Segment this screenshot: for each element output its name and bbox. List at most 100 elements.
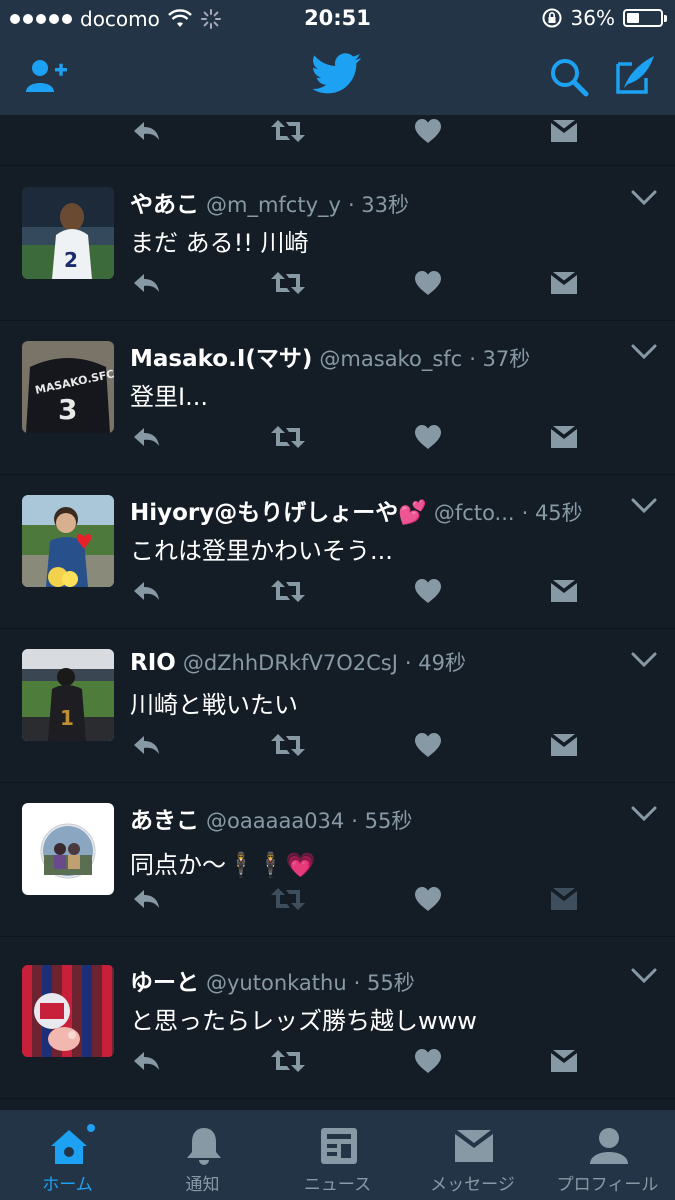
battery-icon xyxy=(623,9,667,27)
svg-text:2: 2 xyxy=(64,248,78,272)
chevron-down-icon[interactable] xyxy=(630,651,658,669)
user-handle[interactable]: @masako_sfc xyxy=(319,347,462,371)
reply-icon[interactable] xyxy=(132,1048,162,1074)
tweet-actions xyxy=(130,578,580,608)
tweet-header: やあこ @m_mfcty_y · 33秒 xyxy=(130,185,620,219)
tab-label: メッセージ xyxy=(430,1175,515,1195)
like-icon[interactable] xyxy=(414,732,442,758)
user-handle[interactable]: @oaaaaa034 xyxy=(206,809,344,833)
tweet-partial[interactable] xyxy=(0,115,675,166)
tweet-actions xyxy=(130,424,580,454)
retweet-icon[interactable] xyxy=(270,270,306,296)
like-icon[interactable] xyxy=(414,118,442,144)
tweet-header: RIO @dZhhDRkfV7O2CsJ · 49秒 xyxy=(130,647,620,677)
message-icon[interactable] xyxy=(550,1048,578,1074)
tab-messages[interactable]: メッセージ xyxy=(405,1110,540,1200)
tweet[interactable]: 1 RIO @dZhhDRkfV7O2CsJ · 49秒 川崎と戦いたい xyxy=(0,629,675,783)
display-name[interactable]: やあこ xyxy=(130,192,199,218)
status-right: 36% xyxy=(541,6,667,30)
message-icon xyxy=(455,1130,493,1162)
retweet-icon[interactable] xyxy=(270,1048,306,1074)
svg-text:3: 3 xyxy=(58,393,77,426)
home-icon xyxy=(51,1124,95,1164)
avatar[interactable]: 1 xyxy=(22,649,114,741)
retweet-icon[interactable] xyxy=(270,732,306,758)
display-name[interactable]: ゆーと xyxy=(130,970,199,996)
tweet[interactable]: 2 やあこ @m_mfcty_y · 33秒 まだ ある!! 川崎 xyxy=(0,167,675,321)
like-icon[interactable] xyxy=(414,270,442,296)
chevron-down-icon[interactable] xyxy=(630,343,658,361)
reply-icon[interactable] xyxy=(132,118,162,144)
user-handle[interactable]: @dZhhDRkfV7O2CsJ xyxy=(183,651,398,675)
avatar[interactable] xyxy=(22,495,114,587)
orientation-lock-icon xyxy=(542,8,562,28)
tweet-text: 同点か〜🕴🕴💗 xyxy=(130,851,316,879)
avatar[interactable]: 2 xyxy=(22,187,114,279)
user-handle[interactable]: @m_mfcty_y xyxy=(206,193,341,217)
tweet-text: 川崎と戦いたい xyxy=(130,691,298,719)
reply-icon[interactable] xyxy=(132,424,162,450)
tweet[interactable]: MASAKO.SFC 3 Masako.I(マサ) @masako_sfc · … xyxy=(0,321,675,475)
retweet-icon[interactable] xyxy=(270,886,306,912)
message-icon[interactable] xyxy=(550,270,578,296)
tweet-time: · 45秒 xyxy=(521,501,583,525)
tweet[interactable]: あきこ @oaaaaa034 · 55秒 同点か〜🕴🕴💗 xyxy=(0,783,675,937)
tweet-header: あきこ @oaaaaa034 · 55秒 xyxy=(130,801,620,835)
message-icon[interactable] xyxy=(550,886,578,912)
retweet-icon[interactable] xyxy=(270,424,306,450)
compose-icon[interactable] xyxy=(614,54,658,96)
tab-label: プロフィール xyxy=(556,1175,659,1195)
tweet-time: · 55秒 xyxy=(353,971,415,995)
tweet[interactable]: ゆーと @yutonkathu · 55秒 と思ったらレッズ勝ち越しwww xyxy=(0,945,675,1099)
tab-home[interactable]: ホーム xyxy=(0,1110,135,1200)
tab-profile[interactable]: プロフィール xyxy=(540,1110,675,1200)
twitter-bird-icon[interactable] xyxy=(313,52,363,96)
tab-notifications[interactable]: 通知 xyxy=(135,1110,270,1200)
message-icon[interactable] xyxy=(550,578,578,604)
like-icon[interactable] xyxy=(414,578,442,604)
user-handle[interactable]: @yutonkathu xyxy=(206,971,347,995)
tweet-time: · 55秒 xyxy=(351,809,413,833)
tweet-time: · 49秒 xyxy=(404,651,466,675)
battery-percent: 36% xyxy=(570,6,615,30)
chevron-down-icon[interactable] xyxy=(630,967,658,985)
tweet[interactable]: Hiyory@もりげしょーや💕 @fcto... · 45秒 これは登里かわいそ… xyxy=(0,475,675,629)
retweet-icon[interactable] xyxy=(270,118,306,144)
message-icon[interactable] xyxy=(550,424,578,450)
chevron-down-icon[interactable] xyxy=(630,805,658,823)
tweet-actions xyxy=(130,1048,580,1078)
like-icon[interactable] xyxy=(414,1048,442,1074)
timeline[interactable]: 2 やあこ @m_mfcty_y · 33秒 まだ ある!! 川崎 MASAKO… xyxy=(0,115,675,1110)
tweet-header: Masako.I(マサ) @masako_sfc · 37秒 xyxy=(130,339,620,373)
user-handle[interactable]: @fcto... xyxy=(434,501,515,525)
reply-icon[interactable] xyxy=(132,886,162,912)
tweet-time: · 33秒 xyxy=(347,193,410,217)
retweet-icon[interactable] xyxy=(270,578,306,604)
like-icon[interactable] xyxy=(414,886,442,912)
display-name[interactable]: Hiyory@もりげしょーや💕 xyxy=(130,500,427,526)
avatar[interactable] xyxy=(22,803,114,895)
search-icon[interactable] xyxy=(548,56,590,98)
avatar[interactable]: MASAKO.SFC 3 xyxy=(22,341,114,433)
message-icon[interactable] xyxy=(550,118,578,144)
tweet-time: · 37秒 xyxy=(469,347,531,371)
display-name[interactable]: RIO xyxy=(130,650,176,676)
message-icon[interactable] xyxy=(550,732,578,758)
tweet-text: と思ったらレッズ勝ち越しwww xyxy=(130,1007,477,1035)
display-name[interactable]: Masako.I(マサ) xyxy=(130,346,312,372)
tab-label: 通知 xyxy=(185,1175,220,1195)
display-name[interactable]: あきこ xyxy=(130,808,199,834)
chevron-down-icon[interactable] xyxy=(630,189,658,207)
tab-news[interactable]: ニュース xyxy=(270,1110,405,1200)
reply-icon[interactable] xyxy=(132,732,162,758)
reply-icon[interactable] xyxy=(132,578,162,604)
add-user-icon[interactable] xyxy=(24,56,70,96)
tab-bar: ホーム 通知 ニュース メッセージ プロフィール xyxy=(0,1110,675,1200)
status-bar: docomo 20:51 36% xyxy=(0,0,675,40)
avatar[interactable] xyxy=(22,965,114,1057)
like-icon[interactable] xyxy=(414,424,442,450)
bell-icon xyxy=(187,1128,221,1165)
chevron-down-icon[interactable] xyxy=(630,497,658,515)
reply-icon[interactable] xyxy=(132,270,162,296)
tweet-text: まだ ある!! 川崎 xyxy=(130,229,309,257)
